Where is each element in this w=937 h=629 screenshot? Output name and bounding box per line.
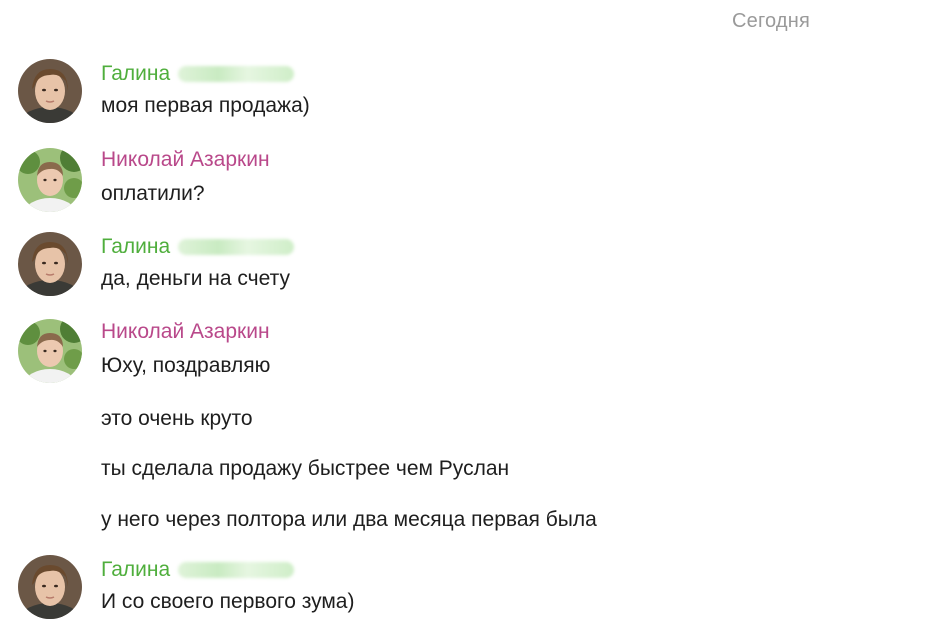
author-line: Галина	[101, 61, 295, 87]
message-text: это очень круто	[101, 407, 253, 430]
message-text: Юху, поздравляю	[101, 354, 271, 377]
author-name[interactable]: Николай Азаркин	[101, 319, 270, 345]
author-name[interactable]: Галина	[101, 61, 170, 87]
author-name[interactable]: Галина	[101, 234, 170, 260]
avatar-galina-image	[18, 232, 82, 296]
message-text: оплатили?	[101, 182, 205, 205]
redacted-surname	[178, 562, 295, 578]
message-text: И со своего первого зума)	[101, 590, 355, 613]
author-name[interactable]: Галина	[101, 557, 170, 583]
message-text: да, деньги на счету	[101, 267, 290, 290]
author-line: Галина	[101, 234, 295, 260]
avatar-galina-image	[18, 555, 82, 619]
redacted-surname	[178, 66, 295, 82]
author-line: Николай Азаркин	[101, 147, 270, 173]
date-divider: Сегодня	[732, 10, 811, 32]
avatar[interactable]	[18, 319, 82, 383]
message-text: у него через полтора или два месяца перв…	[101, 508, 597, 531]
message-text: моя первая продажа)	[101, 94, 310, 117]
message-text: ты сделала продажу быстрее чем Руслан	[101, 457, 510, 480]
author-line: Николай Азаркин	[101, 319, 270, 345]
author-name[interactable]: Николай Азаркин	[101, 147, 270, 173]
avatar-nikolai-image	[18, 319, 82, 383]
avatar[interactable]	[18, 148, 82, 212]
avatar-nikolai-image	[18, 148, 82, 212]
author-line: Галина	[101, 557, 295, 583]
redacted-surname	[178, 239, 295, 255]
avatar[interactable]	[18, 232, 82, 296]
avatar-galina-image	[18, 59, 82, 123]
avatar[interactable]	[18, 59, 82, 123]
avatar[interactable]	[18, 555, 82, 619]
